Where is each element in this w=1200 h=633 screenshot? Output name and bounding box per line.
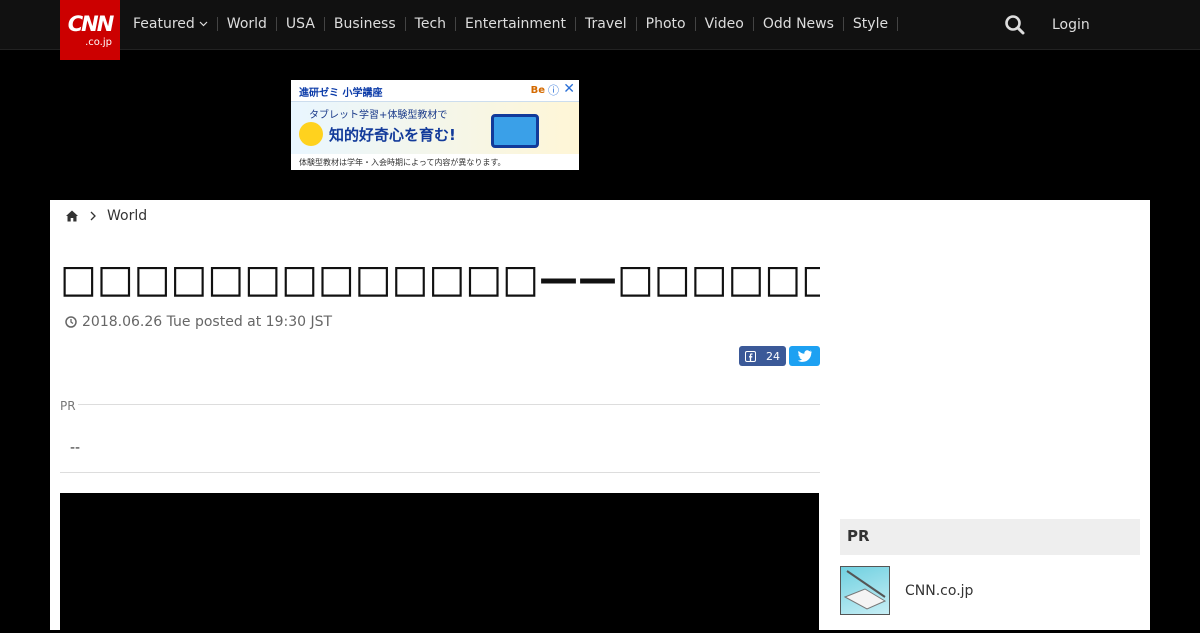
ad-headline: 知的好奇心を育む! xyxy=(329,126,456,144)
info-icon[interactable]: ⓘ xyxy=(548,82,559,98)
pr-placeholder: -- xyxy=(70,440,81,456)
article-date: 2018.06.26 Tue posted at 19:30 JST xyxy=(65,314,332,330)
nav-item-video[interactable]: Video xyxy=(696,17,754,31)
nav-item-usa[interactable]: USA xyxy=(277,17,325,31)
nav-item-label: Entertainment xyxy=(465,16,567,32)
cnn-logo[interactable]: CNN .co.jp xyxy=(60,0,120,60)
sidebar-item-label: CNN.co.jp xyxy=(905,582,974,599)
ad-brand: Be xyxy=(530,85,545,96)
date-text: 2018.06.26 Tue posted at 19:30 JST xyxy=(82,314,333,330)
nav-item-label: Odd News xyxy=(762,16,834,32)
chevron-right-icon xyxy=(90,211,96,221)
nav-item-business[interactable]: Business xyxy=(325,17,406,31)
clock-icon xyxy=(65,316,77,328)
top-navbar: CNN .co.jp Featured World USA Business T… xyxy=(0,0,1200,60)
facebook-share-count: 24 xyxy=(766,349,780,363)
search-icon xyxy=(1005,15,1025,35)
thumbnail-image xyxy=(840,566,890,615)
nav-item-label: Video xyxy=(704,16,744,32)
facebook-share-button[interactable]: 24 xyxy=(739,346,786,366)
nav-item-label: Style xyxy=(852,16,889,32)
nav-item-label: Tech xyxy=(414,16,447,32)
sidebar-pr-heading: PR xyxy=(840,519,1140,555)
main-nav: Featured World USA Business Tech Enterta… xyxy=(124,0,899,48)
article-title: □□□□□□□□□□□□□——□□□□□□□□□□□□□□□□□□ xyxy=(60,257,820,302)
nav-item-featured[interactable]: Featured xyxy=(124,17,218,31)
ad-banner[interactable]: 進研ゼミ 小学講座 タブレット学習+体験型教材で 知的好奇心を育む! 体験型教材… xyxy=(291,80,579,170)
close-icon[interactable]: ✕ xyxy=(563,81,575,97)
document-icon xyxy=(843,570,887,610)
nav-item-travel[interactable]: Travel xyxy=(576,17,637,31)
twitter-icon xyxy=(797,350,812,362)
nav-item-world[interactable]: World xyxy=(218,17,277,31)
share-buttons: 24 xyxy=(739,346,820,366)
nav-item-style[interactable]: Style xyxy=(844,16,899,32)
nav-item-label: Travel xyxy=(585,16,627,32)
login-link[interactable]: Login xyxy=(1052,17,1090,33)
breadcrumb: World xyxy=(65,208,147,224)
ad-tagline: タブレット学習+体験型教材で xyxy=(309,110,448,121)
search-button[interactable] xyxy=(1003,13,1027,37)
nav-item-photo[interactable]: Photo xyxy=(637,17,696,31)
nav-item-label: Business xyxy=(333,16,396,32)
nav-item-label: World xyxy=(226,16,267,32)
twitter-share-button[interactable] xyxy=(789,346,820,366)
ad-footnote: 体験型教材は学年・入会時期によって内容が異なります。 xyxy=(291,154,579,170)
home-icon[interactable] xyxy=(65,209,79,223)
video-player[interactable] xyxy=(60,493,819,633)
sidebar-pr-item[interactable]: CNN.co.jp xyxy=(840,566,973,615)
breadcrumb-section[interactable]: World xyxy=(107,208,147,224)
nav-item-label: Photo xyxy=(645,16,686,32)
facebook-icon xyxy=(745,350,756,362)
chevron-down-icon xyxy=(199,21,208,27)
nav-item-label: Featured xyxy=(133,16,195,32)
nav-item-label: USA xyxy=(285,16,315,32)
pr-label: PR xyxy=(60,399,76,413)
ad-season-badge xyxy=(299,122,323,146)
ad-body: タブレット学習+体験型教材で 知的好奇心を育む! xyxy=(291,102,579,154)
divider xyxy=(60,472,820,473)
nav-item-entertainment[interactable]: Entertainment xyxy=(456,16,577,32)
divider xyxy=(78,404,820,405)
nav-item-odd-news[interactable]: Odd News xyxy=(754,17,844,31)
article-container: World □□□□□□□□□□□□□——□□□□□□□□□□□□□□□□□□ … xyxy=(50,200,1150,633)
nav-item-tech[interactable]: Tech xyxy=(406,16,457,32)
logo-text: CNN xyxy=(67,12,115,36)
logo-subtext: .co.jp xyxy=(85,37,112,48)
tablet-icon xyxy=(491,114,539,148)
